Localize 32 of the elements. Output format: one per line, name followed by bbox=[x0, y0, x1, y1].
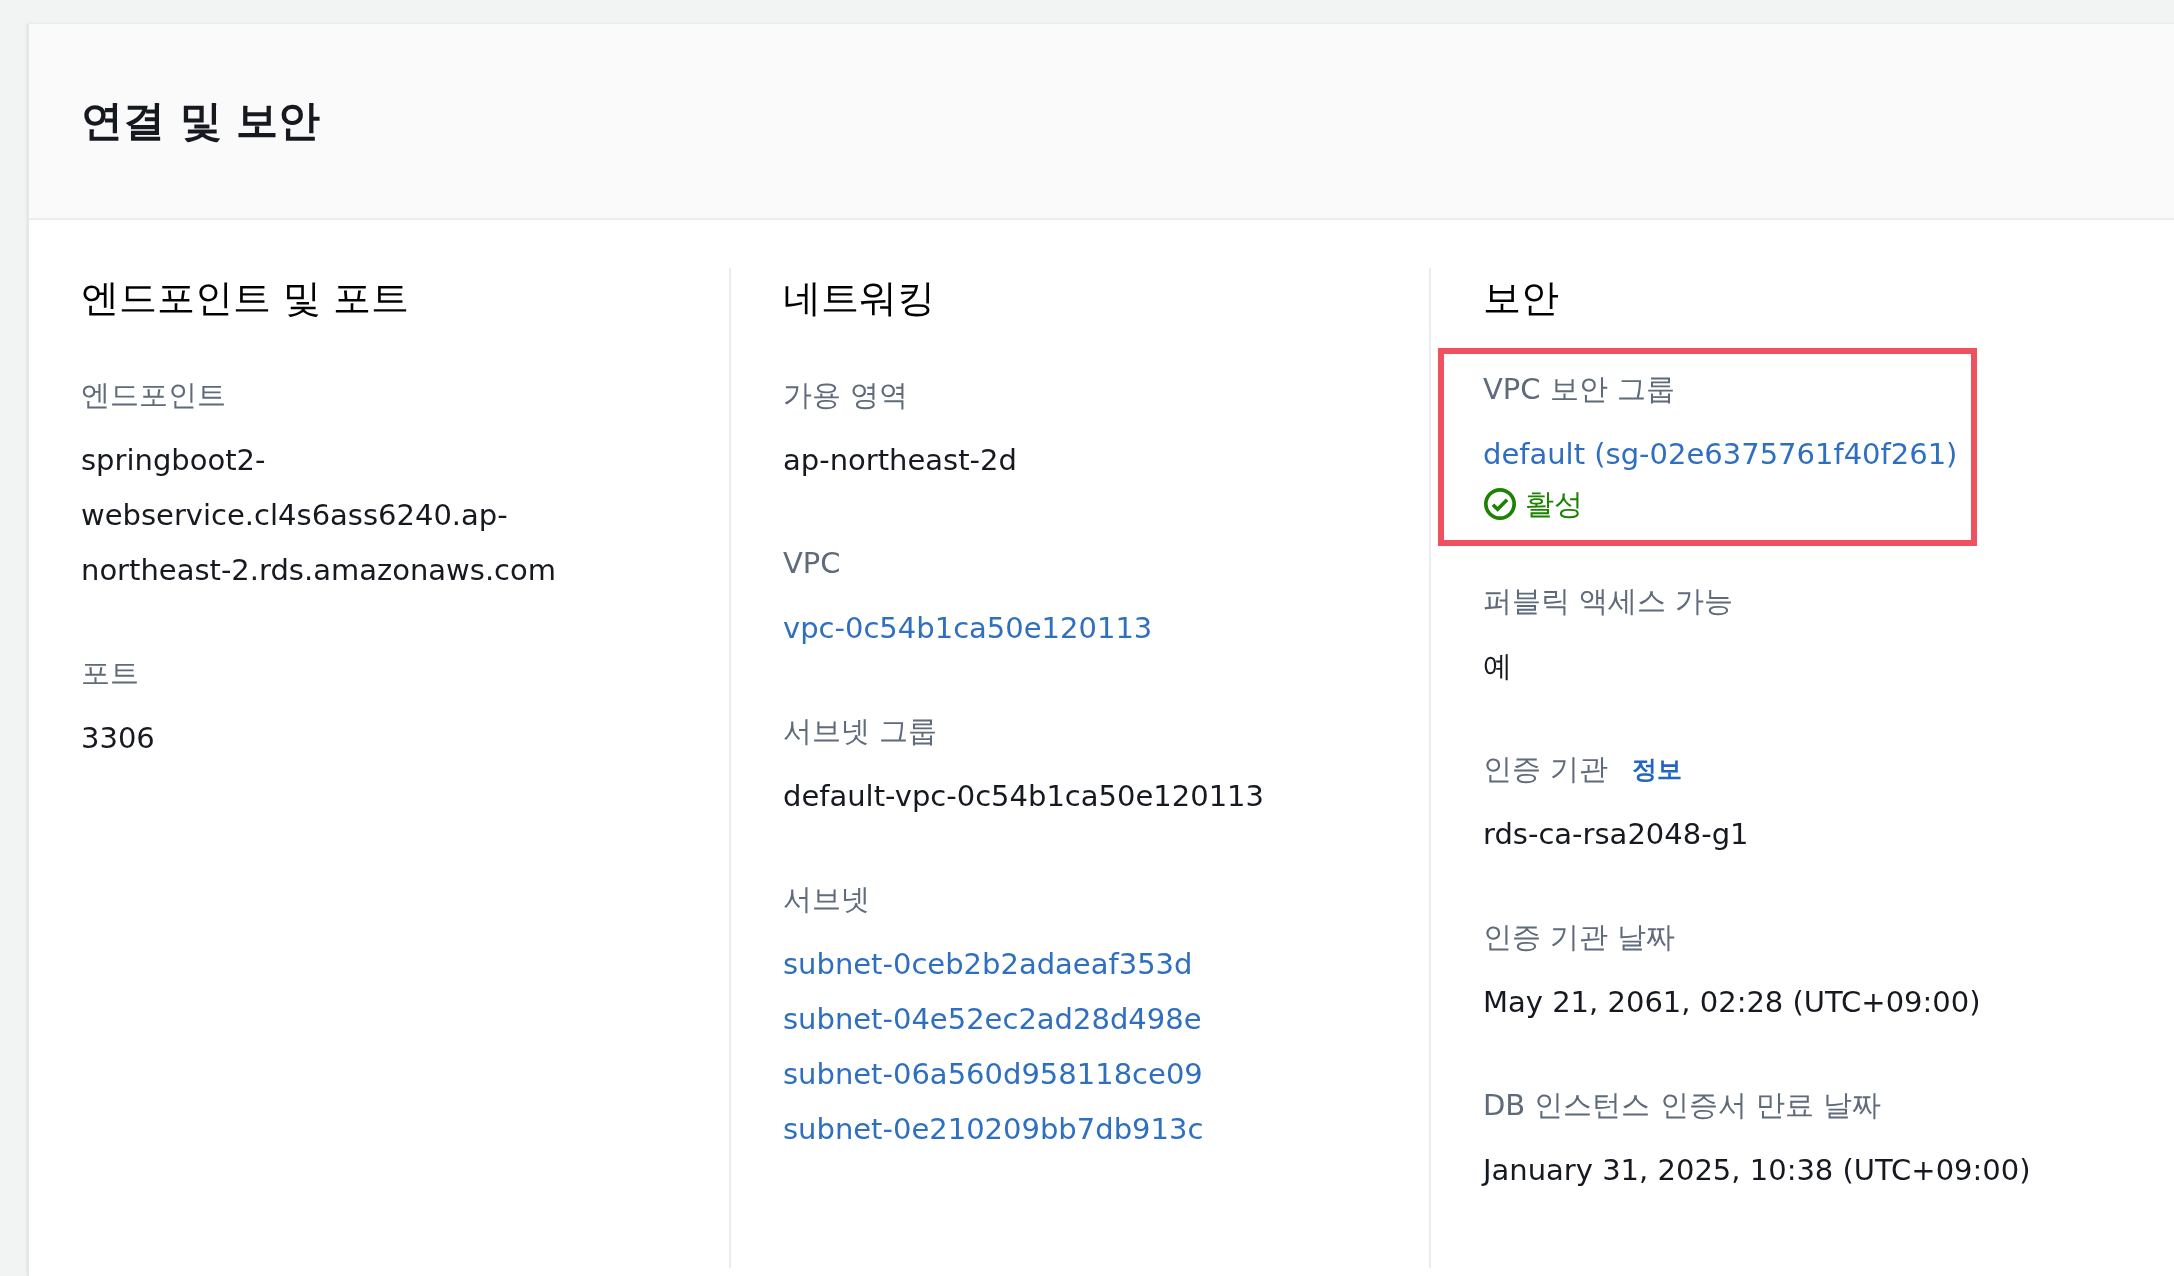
resource-link[interactable]: vpc-0c54b1ca50e120113 bbox=[783, 601, 1153, 656]
column-heading: 보안 bbox=[1483, 275, 1560, 322]
resource-link[interactable]: default (sg-02e6375761f40f261) bbox=[1483, 427, 1958, 482]
field-label: 인증 기관 bbox=[1483, 751, 1609, 788]
resource-link[interactable]: subnet-0e210209bb7db913c bbox=[783, 1102, 1204, 1157]
field-label: 가용 영역 bbox=[783, 377, 909, 414]
field-label: 포트 bbox=[81, 655, 139, 692]
resource-link[interactable]: subnet-0ceb2b2adaeaf353d bbox=[783, 937, 1193, 992]
resource-link[interactable]: subnet-06a560d958118ce09 bbox=[783, 1047, 1203, 1102]
field-value: 3306 bbox=[81, 720, 155, 757]
field-value: January 31, 2025, 10:38 (UTC+09:00) bbox=[1483, 1152, 2031, 1189]
field-label: 서브넷 bbox=[783, 881, 870, 918]
field-label: VPC bbox=[783, 545, 841, 582]
field-value: May 21, 2061, 02:28 (UTC+09:00) bbox=[1483, 984, 1981, 1021]
field-value: springboot2-webservice.cl4s6ass6240.ap-northeast-2.rds.amazonaws.com bbox=[81, 442, 558, 589]
field-label: 엔드포인트 bbox=[81, 377, 226, 414]
field-label: DB 인스턴스 인증서 만료 날짜 bbox=[1483, 1087, 1882, 1124]
check-circle-icon bbox=[1483, 487, 1517, 521]
panel-title: 연결 및 보안 bbox=[81, 95, 321, 147]
field-label: 퍼블릭 액세스 가능 bbox=[1483, 583, 1734, 620]
field-value: rds-ca-rsa2048-g1 bbox=[1483, 816, 1749, 853]
field-value: ap-northeast-2d bbox=[783, 442, 1017, 479]
field-value: default-vpc-0c54b1ca50e120113 bbox=[783, 778, 1265, 815]
field-label: 서브넷 그룹 bbox=[783, 713, 938, 750]
resource-link[interactable]: subnet-04e52ec2ad28d498e bbox=[783, 992, 1202, 1047]
field-label: VPC 보안 그룹 bbox=[1483, 371, 1675, 408]
info-link[interactable]: 정보 bbox=[1632, 753, 1683, 786]
status-text: 활성 bbox=[1525, 486, 1583, 523]
field-value: 예 bbox=[1483, 648, 1512, 685]
column-heading: 네트워킹 bbox=[783, 275, 936, 322]
field-label: 인증 기관 날짜 bbox=[1483, 919, 1676, 956]
column-heading: 엔드포인트 및 포트 bbox=[81, 275, 411, 322]
